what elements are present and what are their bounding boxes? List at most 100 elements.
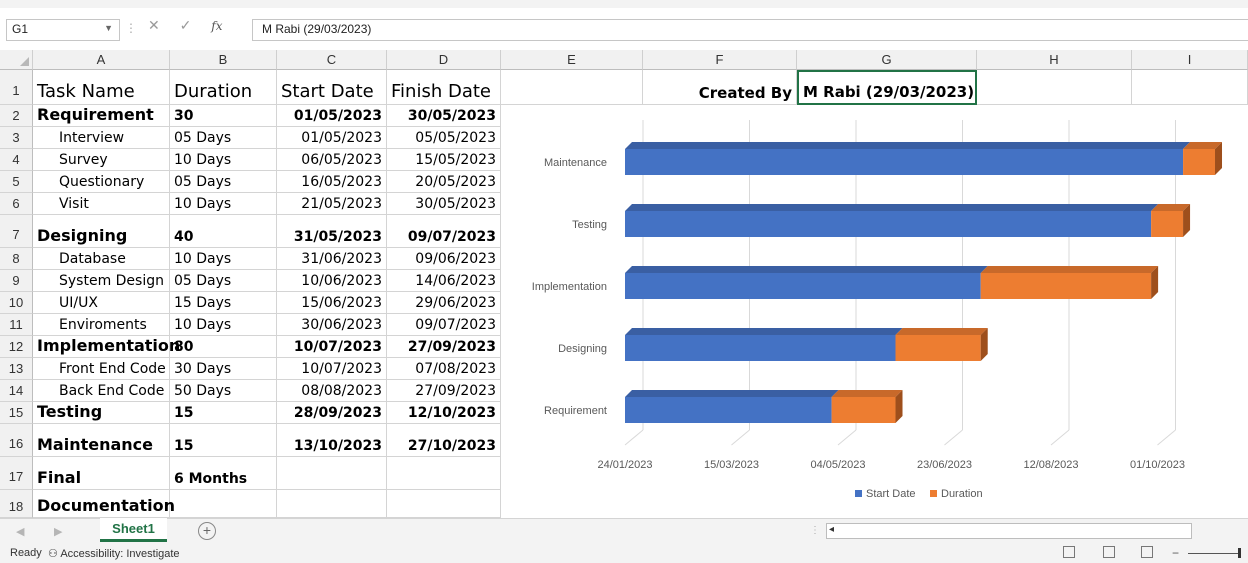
row-header[interactable]: 16 xyxy=(0,424,33,457)
cell-start-date[interactable]: 13/10/2023 xyxy=(277,424,387,457)
chevron-down-icon[interactable]: ▼ xyxy=(104,23,113,33)
row-header[interactable]: 3 xyxy=(0,127,33,149)
column-header-f[interactable]: F xyxy=(643,50,797,70)
zoom-out-icon[interactable]: − xyxy=(1172,546,1179,560)
cell-duration[interactable]: 10 Days xyxy=(170,193,277,215)
row-header[interactable]: 12 xyxy=(0,336,33,358)
page-layout-icon[interactable] xyxy=(1103,546,1115,558)
row-header[interactable]: 2 xyxy=(0,105,33,127)
cell-finish-date[interactable]: 27/09/2023 xyxy=(387,336,501,358)
normal-view-icon[interactable] xyxy=(1063,546,1075,558)
column-header-d[interactable]: D xyxy=(387,50,501,70)
cell-duration[interactable]: 10 Days xyxy=(170,149,277,171)
cell-finish-date[interactable]: 09/07/2023 xyxy=(387,215,501,248)
cell-task-name[interactable]: Front End Code xyxy=(33,358,170,380)
cell-start-date[interactable]: 16/05/2023 xyxy=(277,171,387,193)
cell-duration[interactable]: 05 Days xyxy=(170,171,277,193)
zoom-slider[interactable] xyxy=(1188,553,1240,554)
row-header[interactable]: 7 xyxy=(0,215,33,248)
cell-finish-date[interactable]: 05/05/2023 xyxy=(387,127,501,149)
cell-finish-date[interactable]: 27/09/2023 xyxy=(387,380,501,402)
cell-finish-date[interactable]: 15/05/2023 xyxy=(387,149,501,171)
scroll-left-icon[interactable]: ◂ xyxy=(829,524,834,535)
row-header[interactable]: 18 xyxy=(0,490,33,518)
column-header-i[interactable]: I xyxy=(1132,50,1248,70)
row-header[interactable]: 11 xyxy=(0,314,33,336)
row-header[interactable]: 1 xyxy=(0,70,33,105)
cell-task-name[interactable]: Enviroments xyxy=(33,314,170,336)
cell-start-date[interactable]: 06/05/2023 xyxy=(277,149,387,171)
cell-start-date[interactable]: 10/06/2023 xyxy=(277,270,387,292)
cell-task-name[interactable]: Requirement xyxy=(33,105,170,127)
column-header-a[interactable]: A xyxy=(33,50,170,70)
cell-finish-date[interactable]: 29/06/2023 xyxy=(387,292,501,314)
cell-duration[interactable]: 30 xyxy=(170,105,277,127)
formula-input[interactable]: M Rabi (29/03/2023) xyxy=(252,19,1248,41)
column-header-b[interactable]: B xyxy=(170,50,277,70)
cell-task-name[interactable]: Testing xyxy=(33,402,170,424)
column-header-g[interactable]: G xyxy=(797,50,977,70)
cell-duration[interactable]: 10 Days xyxy=(170,248,277,270)
cell-task-name[interactable]: Survey xyxy=(33,149,170,171)
cell-duration[interactable]: 15 xyxy=(170,402,277,424)
cell-task-name[interactable]: Questionary xyxy=(33,171,170,193)
row-header[interactable]: 9 xyxy=(0,270,33,292)
cell-task-name[interactable]: System Design xyxy=(33,270,170,292)
cell-start-date[interactable]: 08/08/2023 xyxy=(277,380,387,402)
cell-start-date[interactable]: 10/07/2023 xyxy=(277,358,387,380)
select-all-corner[interactable] xyxy=(0,50,33,70)
cell-task-name[interactable]: Visit xyxy=(33,193,170,215)
row-header[interactable]: 6 xyxy=(0,193,33,215)
cell-task-name[interactable]: Database xyxy=(33,248,170,270)
row-header[interactable]: 8 xyxy=(0,248,33,270)
cell-finish-date[interactable]: 14/06/2023 xyxy=(387,270,501,292)
cell-finish-date[interactable]: 07/08/2023 xyxy=(387,358,501,380)
add-sheet-icon[interactable]: + xyxy=(198,522,216,540)
column-header-h[interactable]: H xyxy=(977,50,1132,70)
cell-finish-date[interactable]: 20/05/2023 xyxy=(387,171,501,193)
cell-task-name[interactable]: Interview xyxy=(33,127,170,149)
row-header[interactable]: 17 xyxy=(0,457,33,490)
row-header[interactable]: 4 xyxy=(0,149,33,171)
cell-duration[interactable]: 50 Days xyxy=(170,380,277,402)
cell-finish-date[interactable]: 09/07/2023 xyxy=(387,314,501,336)
cell-duration[interactable]: 10 Days xyxy=(170,314,277,336)
cell-task-name[interactable]: Designing xyxy=(33,215,170,248)
row-header[interactable]: 10 xyxy=(0,292,33,314)
next-sheet-icon[interactable]: ▶ xyxy=(54,525,62,538)
name-box[interactable]: G1 ▼ xyxy=(6,19,120,41)
gantt-chart[interactable]: 24/01/2023 15/03/2023 04/05/2023 23/06/2023… xyxy=(505,100,1248,510)
cell-duration[interactable]: 40 xyxy=(170,215,277,248)
cell-duration[interactable] xyxy=(170,490,277,518)
cell-finish-date[interactable]: 30/05/2023 xyxy=(387,193,501,215)
enter-icon[interactable]: ✓ xyxy=(180,17,192,33)
cell-start-date[interactable]: 31/06/2023 xyxy=(277,248,387,270)
cell-start-date[interactable]: 15/06/2023 xyxy=(277,292,387,314)
cell-duration[interactable]: 05 Days xyxy=(170,270,277,292)
cell-finish-date[interactable] xyxy=(387,490,501,518)
cell-task-name[interactable]: Final xyxy=(33,457,170,490)
horizontal-scrollbar[interactable]: ◂ xyxy=(826,523,1192,539)
cell-finish-date[interactable]: 09/06/2023 xyxy=(387,248,501,270)
sheet-tab-sheet1[interactable]: Sheet1 xyxy=(100,518,167,542)
cell-start-date[interactable]: 21/05/2023 xyxy=(277,193,387,215)
row-header[interactable]: 13 xyxy=(0,358,33,380)
cell-task-name[interactable]: Documentation xyxy=(33,490,175,518)
cell-start-date[interactable] xyxy=(277,457,387,490)
zoom-slider-thumb[interactable] xyxy=(1238,548,1241,558)
page-break-icon[interactable] xyxy=(1141,546,1153,558)
row-header[interactable]: 14 xyxy=(0,380,33,402)
cell-finish-date[interactable]: 30/05/2023 xyxy=(387,105,501,127)
cell-start-date[interactable]: 01/05/2023 xyxy=(277,105,387,127)
cell-start-date[interactable]: 30/06/2023 xyxy=(277,314,387,336)
cell-task-name[interactable]: Back End Code xyxy=(33,380,170,402)
cell-start-date[interactable]: Start Date xyxy=(277,70,387,105)
cell-task-name[interactable]: UI/UX xyxy=(33,292,170,314)
column-header-c[interactable]: C xyxy=(277,50,387,70)
row-header[interactable]: 5 xyxy=(0,171,33,193)
cell-start-date[interactable]: 31/05/2023 xyxy=(277,215,387,248)
cell-duration[interactable]: 30 Days xyxy=(170,358,277,380)
cell-duration[interactable]: 6 Months xyxy=(170,457,277,490)
prev-sheet-icon[interactable]: ◀ xyxy=(16,525,24,538)
cell-finish-date[interactable]: Finish Date xyxy=(387,70,501,105)
